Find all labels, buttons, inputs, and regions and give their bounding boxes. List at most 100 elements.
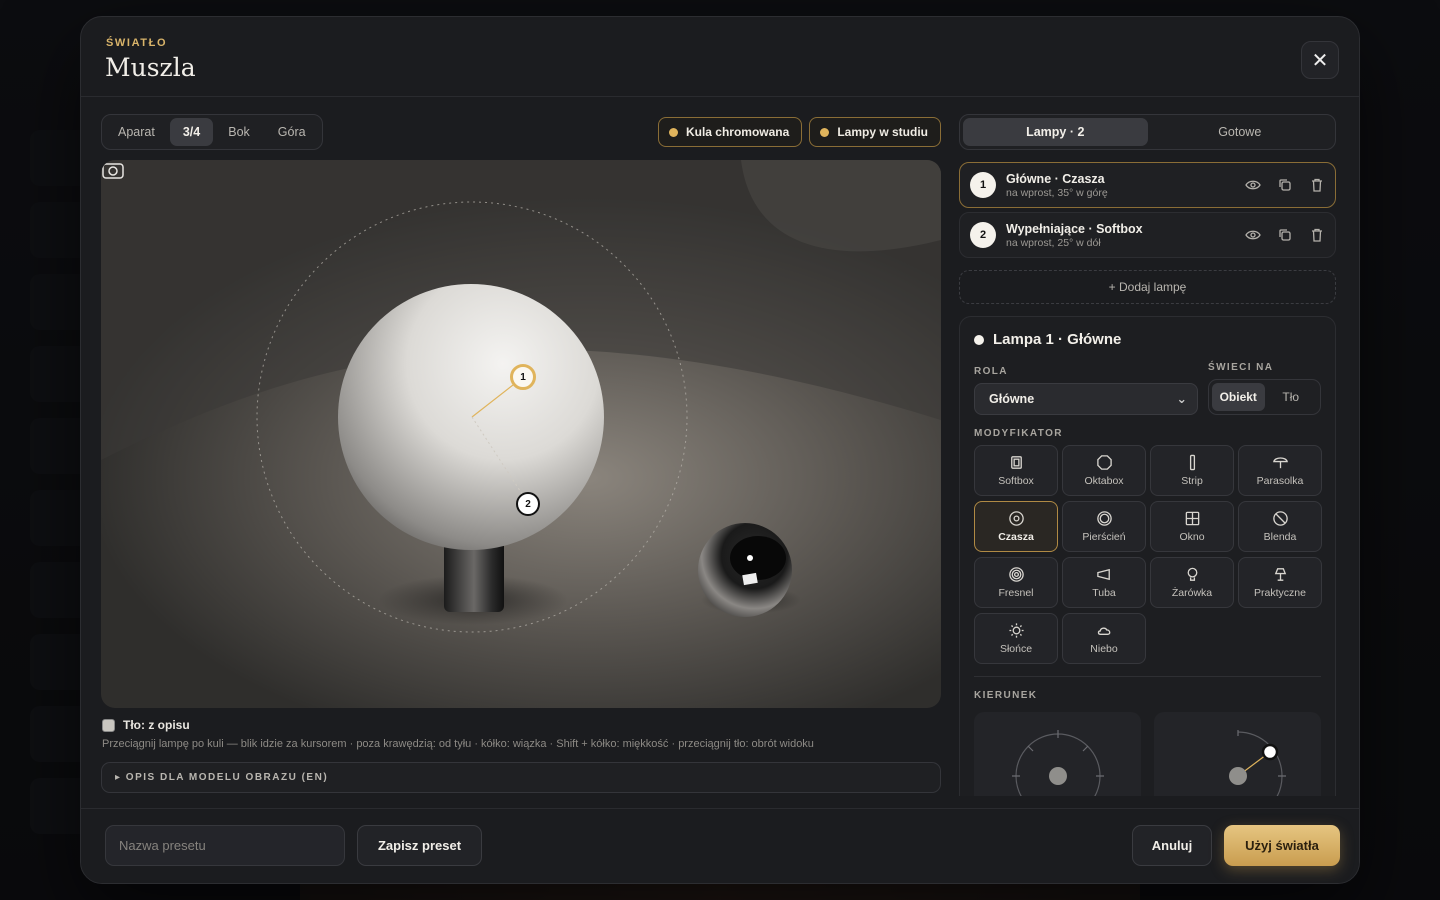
lamp-list-item-2[interactable]: 2 Wypełniające · Softbox na wprost, 25° … <box>959 212 1336 258</box>
lamp-list-item-1[interactable]: 1 Główne · Czasza na wprost, 35° w górę <box>959 162 1336 208</box>
lamp-editor-panel: Lampa 1 · Główne ROLA Główne ⌄ ŚWIECI NA… <box>959 316 1336 796</box>
practical-lamp-icon <box>1274 568 1286 581</box>
modifier-fresnel[interactable]: Fresnel <box>974 557 1058 608</box>
trash-icon[interactable] <box>1309 227 1325 243</box>
modal-title: Muszla <box>105 53 196 82</box>
lamp-editor-title-text: Lampa 1 · Główne <box>993 331 1122 348</box>
fresnel-icon <box>1008 567 1024 582</box>
close-button[interactable]: ✕ <box>1301 41 1339 79</box>
modifier-label: Oktabox <box>1084 475 1124 487</box>
apply-light-button[interactable]: Użyj światła <box>1224 825 1340 866</box>
lamp-handle-2[interactable]: 2 <box>516 492 540 516</box>
modifier-practical[interactable]: Praktyczne <box>1238 557 1322 608</box>
flag-icon <box>1272 511 1288 526</box>
tab-presets[interactable]: Gotowe <box>1148 118 1333 146</box>
modifier-grid: Softbox Oktabox Strip Parasolka Czasza P… <box>974 445 1322 664</box>
direction-front-control[interactable] <box>974 712 1141 796</box>
modal-header: ŚWIATŁO Muszla ✕ <box>81 17 1359 97</box>
toggle-dot-icon <box>820 127 830 137</box>
modifier-label: Blenda <box>1263 531 1297 543</box>
lamp-name: Wypełniające · Softbox <box>1006 221 1143 236</box>
modifier-bulb[interactable]: Żarówka <box>1150 557 1234 608</box>
modifier-label: Praktyczne <box>1254 587 1306 599</box>
lamp-name: Główne · Czasza <box>1006 171 1105 186</box>
shine-on-object[interactable]: Obiekt <box>1212 383 1265 411</box>
modal-footer: Zapisz preset Anuluj Użyj światła <box>81 808 1359 883</box>
lamps-tabs: Lampy · 2 Gotowe <box>959 114 1336 150</box>
modifier-sky[interactable]: Niebo <box>1062 613 1146 664</box>
subject-sphere <box>338 284 604 550</box>
duplicate-icon[interactable] <box>1277 177 1293 193</box>
window-icon <box>1185 511 1199 526</box>
studio-lamps-toggle[interactable]: Lampy w studiu <box>809 117 941 147</box>
studio-lamps-label: Lampy w studiu <box>837 125 928 139</box>
modifier-flag[interactable]: Blenda <box>1238 501 1322 552</box>
checkbox-icon[interactable] <box>102 718 115 732</box>
duplicate-icon[interactable] <box>1277 227 1293 243</box>
background-checkbox-label: Tło: z opisu <box>123 718 190 732</box>
tab-lamps[interactable]: Lampy · 2 <box>963 118 1148 146</box>
image-model-description-toggle[interactable]: ▸ OPIS DLA MODELU OBRAZU (EN) <box>101 762 941 793</box>
chrome-ball-label: Kula chromowana <box>685 125 790 139</box>
lamp-number-badge: 2 <box>970 222 996 248</box>
modifier-label: Pierścień <box>1082 531 1126 543</box>
modifier-ring-light[interactable]: Pierścień <box>1062 501 1146 552</box>
ring-light-icon <box>1096 511 1112 526</box>
camera-icon[interactable] <box>101 160 125 180</box>
lamp-handle-1[interactable]: 1 <box>510 364 536 390</box>
direction-dial-icon <box>1012 730 1104 796</box>
eye-icon[interactable] <box>1245 227 1261 243</box>
modifier-label: Żarówka <box>1171 587 1213 599</box>
shine-on-label: ŚWIECI NA <box>1208 362 1274 373</box>
tab-side[interactable]: Bok <box>215 118 263 146</box>
modifier-umbrella[interactable]: Parasolka <box>1238 445 1322 496</box>
modifier-label: Softbox <box>998 475 1034 487</box>
modifier-octabox[interactable]: Oktabox <box>1062 445 1146 496</box>
lamp-status-dot-icon <box>974 334 984 345</box>
modifier-label: Fresnel <box>998 587 1034 599</box>
strip-icon <box>1189 454 1195 471</box>
umbrella-icon <box>1272 457 1288 469</box>
modifier-label: Okno <box>1179 531 1205 543</box>
bulb-icon <box>1187 567 1197 581</box>
lamp-editor-title: Lampa 1 · Główne <box>974 331 1121 348</box>
role-select[interactable]: Główne ⌄ <box>974 383 1198 415</box>
tab-camera[interactable]: Aparat <box>105 118 168 146</box>
save-preset-button[interactable]: Zapisz preset <box>357 825 482 866</box>
role-label: ROLA <box>974 366 1008 377</box>
chrome-ball-toggle[interactable]: Kula chromowana <box>657 117 803 147</box>
divider <box>974 676 1321 677</box>
background-from-description-checkbox[interactable]: Tło: z opisu <box>102 718 190 732</box>
eye-icon[interactable] <box>1245 177 1261 193</box>
direction-side-control[interactable] <box>1154 712 1321 796</box>
preview-scene <box>101 160 941 633</box>
cloud-icon <box>1097 627 1110 635</box>
tab-three-quarter[interactable]: 3/4 <box>169 118 214 146</box>
modifier-label: Słońce <box>999 643 1033 655</box>
view-angle-tabs: Aparat 3/4 Bok Góra <box>101 114 323 150</box>
modifier-snoot[interactable]: Tuba <box>1062 557 1146 608</box>
modifier-beauty-dish[interactable]: Czasza <box>974 501 1058 552</box>
cancel-button[interactable]: Anuluj <box>1132 825 1212 866</box>
shine-on-segmented: Obiekt Tło <box>1208 379 1321 415</box>
shine-on-background[interactable]: Tło <box>1265 383 1318 411</box>
light-preview-viewport[interactable]: 1 2 <box>101 160 941 708</box>
trash-icon[interactable] <box>1309 177 1325 193</box>
lamp-direction: na wprost, 35° w górę <box>1006 186 1108 199</box>
tab-top[interactable]: Góra <box>265 118 319 146</box>
close-icon: ✕ <box>1311 49 1329 72</box>
modifier-window[interactable]: Okno <box>1150 501 1234 552</box>
toggle-dot-icon <box>668 127 678 137</box>
modifier-label: MODYFIKATOR <box>974 428 1063 439</box>
light-modal: ŚWIATŁO Muszla ✕ Aparat 3/4 Bok Góra Kul… <box>80 16 1360 884</box>
add-lamp-button[interactable]: + Dodaj lampę <box>959 270 1336 304</box>
modifier-sun[interactable]: Słońce <box>974 613 1058 664</box>
snoot-icon <box>1096 568 1110 581</box>
modal-eyebrow: ŚWIATŁO <box>106 37 168 49</box>
sun-icon <box>1008 623 1024 638</box>
modifier-label: Niebo <box>1090 643 1118 655</box>
octabox-icon <box>1096 455 1112 470</box>
modifier-strip[interactable]: Strip <box>1150 445 1234 496</box>
modifier-softbox[interactable]: Softbox <box>974 445 1058 496</box>
preset-name-input[interactable] <box>105 825 345 866</box>
